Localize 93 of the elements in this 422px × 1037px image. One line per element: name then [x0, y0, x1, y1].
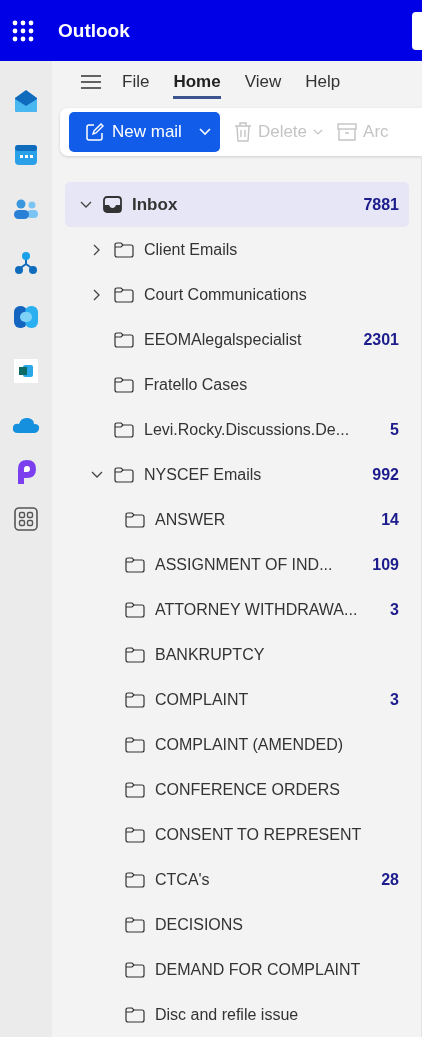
folder-name: ATTORNEY WITHDRAWA...: [155, 600, 359, 619]
chevron-down-icon[interactable]: [91, 470, 103, 479]
folder-name: EEOMAlegalspecialist: [144, 330, 303, 349]
unread-count: 992: [372, 465, 399, 484]
chevron-right-icon[interactable]: [93, 288, 101, 301]
new-mail-button[interactable]: New mail: [69, 112, 190, 152]
folder-icon: [125, 646, 145, 663]
folder-name: DEMAND FOR COMPLAINT: [155, 960, 362, 979]
folder-name: Client Emails: [144, 240, 239, 259]
folder-icon: [125, 826, 145, 843]
folder-item[interactable]: Levi.Rocky.Discussions.De... 5: [65, 407, 409, 452]
folder-item[interactable]: EEOMAlegalspecialist 2301: [65, 317, 409, 362]
folder-name: COMPLAINT (AMENDED): [155, 735, 345, 754]
folder-name: Court Communications: [144, 285, 308, 304]
folder-name: DECISIONS: [155, 915, 244, 934]
unread-count: 3: [390, 690, 399, 709]
folder-icon: [125, 916, 145, 933]
chevron-down-icon: [198, 128, 211, 136]
folder-name: ASSIGNMENT OF IND...: [155, 555, 334, 574]
app-title: Outlook: [58, 19, 130, 42]
folder-item[interactable]: DEMAND FOR COMPLAINT: [65, 947, 409, 992]
unread-count: 109: [372, 555, 399, 574]
mail-icon[interactable]: [13, 89, 39, 113]
menu-tab[interactable]: View: [244, 65, 282, 99]
menu-tab[interactable]: Help: [305, 65, 341, 99]
folder-name: Fratello Cases: [144, 375, 249, 394]
folder-item[interactable]: Disc and refile issue: [65, 992, 409, 1037]
folder-icon: [125, 601, 145, 618]
unread-count: 5: [390, 420, 399, 439]
menu-tab[interactable]: Home: [173, 65, 221, 99]
archive-icon: [337, 123, 358, 141]
folder-item[interactable]: Inbox 7881: [65, 182, 409, 227]
folder-icon: [125, 511, 145, 528]
folder-icon: [114, 331, 134, 348]
folder-item[interactable]: CONFERENCE ORDERS: [65, 767, 409, 812]
folder-icon: [114, 241, 134, 258]
trash-icon: [233, 122, 252, 142]
cloud-icon[interactable]: [12, 416, 40, 434]
folder-item[interactable]: COMPLAINT (AMENDED): [65, 722, 409, 767]
folder-item[interactable]: DECISIONS: [65, 902, 409, 947]
menu-icon[interactable]: [80, 74, 102, 90]
unread-count: 7881: [363, 195, 399, 214]
unread-count: 14: [381, 510, 399, 529]
folder-item[interactable]: ATTORNEY WITHDRAWA... 3: [65, 587, 409, 632]
folder-item[interactable]: BANKRUPTCY: [65, 632, 409, 677]
new-mail-dropdown[interactable]: [189, 112, 220, 152]
folder-item[interactable]: Client Emails: [65, 227, 409, 272]
folder-name: NYSCEF Emails: [144, 465, 263, 484]
chevron-right-icon[interactable]: [93, 243, 101, 256]
folder-name: BANKRUPTCY: [155, 645, 266, 664]
folder-item[interactable]: NYSCEF Emails 992: [65, 452, 409, 497]
folder-name: COMPLAINT: [155, 690, 250, 709]
folder-name: ANSWER: [155, 510, 227, 529]
folder-icon: [114, 466, 134, 483]
folder-icon: [114, 376, 134, 393]
unread-count: 2301: [363, 330, 399, 349]
app-logo-icon[interactable]: [13, 304, 39, 330]
folder-icon: [125, 556, 145, 573]
chevron-down-icon[interactable]: [80, 200, 92, 209]
calendar-icon[interactable]: [14, 143, 38, 167]
folder-name: Inbox: [132, 194, 179, 215]
folder-icon: [114, 286, 134, 303]
unread-count: 3: [390, 600, 399, 619]
folder-icon: [114, 421, 134, 438]
folder-name: CTCA's: [155, 870, 211, 889]
folder-name: Disc and refile issue: [155, 1005, 300, 1024]
folder-icon: [125, 1006, 145, 1023]
folder-name: CONFERENCE ORDERS: [155, 780, 341, 799]
folder-icon: [125, 736, 145, 753]
chevron-down-icon: [313, 129, 324, 135]
folder-item[interactable]: CTCA's 28: [65, 857, 409, 902]
people-icon[interactable]: [13, 198, 39, 220]
menu-tab[interactable]: File: [122, 65, 150, 99]
folder-item[interactable]: ANSWER 14: [65, 497, 409, 542]
folder-item[interactable]: Court Communications: [65, 272, 409, 317]
folder-icon: [125, 781, 145, 798]
folder-name: CONSENT TO REPRESENT: [155, 825, 363, 844]
exchange-icon[interactable]: [14, 359, 38, 383]
folder-icon: [125, 691, 145, 708]
folder-item[interactable]: ASSIGNMENT OF IND... 109: [65, 542, 409, 587]
unread-count: 28: [381, 870, 399, 889]
app-launcher-icon[interactable]: [12, 19, 34, 42]
folder-name: Levi.Rocky.Discussions.De...: [144, 420, 351, 439]
folder-item[interactable]: Fratello Cases: [65, 362, 409, 407]
folder-item[interactable]: COMPLAINT 3: [65, 677, 409, 722]
new-mail-label: New mail: [112, 122, 182, 142]
inbox-icon: [103, 196, 122, 213]
compose-icon: [86, 123, 104, 141]
folder-icon: [125, 961, 145, 978]
more-apps-icon[interactable]: [14, 507, 38, 531]
hierarchy-icon[interactable]: [14, 251, 38, 275]
folder-item[interactable]: CONSENT TO REPRESENT: [65, 812, 409, 857]
folder-icon: [125, 871, 145, 888]
